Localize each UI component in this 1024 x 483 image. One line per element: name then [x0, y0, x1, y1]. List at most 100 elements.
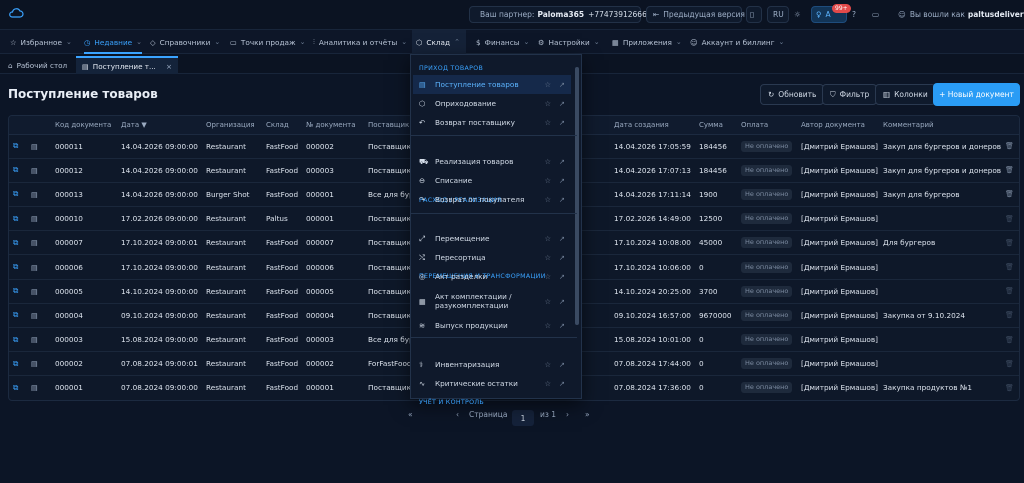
nav-recent[interactable]: ◷ Недавние ⌄ [84, 30, 143, 54]
dropdown-item[interactable]: ▤ Поступление товаров ☆ ↗ [413, 75, 571, 94]
dropdown-item[interactable]: ≋ Выпуск продукции ☆ ↗ [413, 316, 571, 335]
dropdown-item[interactable]: ↷ Возврат от покупателя ☆ ↗ [413, 190, 571, 209]
nav-favorites[interactable]: ☆ Избранное ⌄ [10, 30, 72, 54]
copy-icon[interactable]: ⧉ [9, 230, 27, 256]
close-icon[interactable]: × [166, 62, 172, 71]
external-link-icon[interactable]: ↗ [559, 80, 565, 89]
external-link-icon[interactable]: ↗ [559, 360, 565, 369]
trash-icon[interactable]: 🗑 [1001, 303, 1019, 329]
help-icon[interactable]: ? [850, 6, 864, 23]
book-icon[interactable]: ▭ [870, 6, 884, 23]
copy-icon[interactable]: ⧉ [9, 158, 27, 183]
star-icon[interactable]: ☆ [544, 99, 551, 108]
external-link-icon[interactable]: ↗ [559, 118, 565, 127]
external-link-icon[interactable]: ↗ [559, 157, 565, 166]
star-icon[interactable]: ☆ [544, 272, 551, 281]
column-header[interactable]: Организация [202, 116, 262, 135]
dropdown-item[interactable]: ⤭ Пересортица ☆ ↗ [413, 248, 571, 267]
copy-icon[interactable]: ⧉ [9, 375, 27, 400]
external-link-icon[interactable]: ↗ [559, 297, 565, 306]
column-header[interactable]: Сумма [695, 116, 737, 135]
last-page-button[interactable]: » [585, 410, 590, 419]
copy-icon[interactable]: ⧉ [9, 182, 27, 208]
nav-points-of-sale[interactable]: ▭ Точки продаж ⌄ [230, 30, 305, 54]
next-page-button[interactable]: › [566, 410, 569, 419]
dropdown-item[interactable]: ⊖ Списание ☆ ↗ [413, 171, 571, 190]
trash-icon[interactable]: 🗑 [1001, 182, 1019, 208]
trash-icon[interactable]: 🗑 [1001, 158, 1019, 183]
panel-toggle-icon[interactable]: ▯ [746, 6, 762, 23]
document-icon[interactable]: ▤ [27, 375, 51, 400]
external-link-icon[interactable]: ↗ [559, 272, 565, 281]
external-link-icon[interactable]: ↗ [559, 195, 565, 204]
copy-icon[interactable]: ⧉ [9, 327, 27, 353]
columns-button[interactable]: ▥ Колонки [875, 84, 936, 105]
trash-icon[interactable]: 🗑 [1001, 206, 1019, 232]
external-link-icon[interactable]: ↗ [559, 176, 565, 185]
dropdown-item[interactable]: ▦ Акт комплектации / разукомплектации ☆ ↗ [413, 286, 571, 316]
document-icon[interactable]: ▤ [27, 134, 51, 159]
star-icon[interactable]: ☆ [544, 360, 551, 369]
copy-icon[interactable]: ⧉ [9, 254, 27, 280]
tab-current[interactable]: ▤ Поступление т... × [76, 56, 178, 74]
star-icon[interactable]: ☆ [544, 80, 551, 89]
star-icon[interactable]: ☆ [544, 379, 551, 388]
document-icon[interactable]: ▤ [27, 158, 51, 183]
column-header[interactable]: Оплата [737, 116, 797, 135]
nav-directories[interactable]: ◇ Справочники ⌄ [150, 30, 220, 54]
nav-apps[interactable]: ▦ Приложения ⌄ [612, 30, 682, 54]
cloud-logo-icon[interactable] [8, 6, 24, 22]
filter-button[interactable]: ⛉ Фильтр [822, 84, 878, 105]
page-input[interactable]: 1 [512, 410, 534, 426]
prev-page-button[interactable]: ‹ [456, 410, 459, 419]
star-icon[interactable]: ☆ [544, 195, 551, 204]
column-header[interactable]: Комментарий [879, 116, 1001, 135]
dropdown-item[interactable]: ↶ Возврат поставщику ☆ ↗ [413, 113, 571, 132]
dropdown-item[interactable]: ⬡ Оприходование ☆ ↗ [413, 94, 571, 113]
star-icon[interactable]: ☆ [544, 118, 551, 127]
dropdown-item[interactable]: ◎ Акт разделки ☆ ↗ [413, 267, 571, 286]
external-link-icon[interactable]: ↗ [559, 234, 565, 243]
nav-settings[interactable]: ⚙ Настройки ⌄ [538, 30, 600, 54]
trash-icon[interactable]: 🗑 [1001, 230, 1019, 256]
document-icon[interactable]: ▤ [27, 351, 51, 377]
star-icon[interactable]: ☆ [544, 234, 551, 243]
star-icon[interactable]: ☆ [544, 253, 551, 262]
theme-sun-icon[interactable]: ☼ [791, 6, 807, 23]
copy-icon[interactable]: ⧉ [9, 134, 27, 159]
trash-icon[interactable]: 🗑 [1001, 351, 1019, 377]
star-icon[interactable]: ☆ [544, 176, 551, 185]
star-icon[interactable]: ☆ [544, 321, 551, 330]
column-header[interactable]: Склад [262, 116, 302, 135]
copy-icon[interactable]: ⧉ [9, 206, 27, 232]
column-header[interactable]: № документа [302, 116, 364, 135]
dropdown-scrollbar[interactable] [575, 67, 579, 325]
prev-version-button[interactable]: ⇤ Предыдущая версия [646, 6, 745, 23]
nav-finance[interactable]: $ Финансы ⌄ [476, 30, 529, 54]
column-header[interactable]: Автор документа [797, 116, 879, 135]
copy-icon[interactable]: ⧉ [9, 303, 27, 329]
external-link-icon[interactable]: ↗ [559, 379, 565, 388]
user-menu[interactable]: ☺ Вы вошли как paltusdelivery [892, 6, 1024, 23]
copy-icon[interactable]: ⧉ [9, 279, 27, 304]
nav-analytics[interactable]: ⫶ Аналитика и отчёты ⌄ [313, 30, 407, 54]
document-icon[interactable]: ▤ [27, 279, 51, 304]
copy-icon[interactable]: ⧉ [9, 351, 27, 377]
external-link-icon[interactable]: ↗ [559, 321, 565, 330]
column-header[interactable]: Дата создания [610, 116, 695, 135]
refresh-button[interactable]: ↻ Обновить [760, 84, 825, 105]
new-document-button[interactable]: + Новый документ [933, 83, 1020, 106]
first-page-button[interactable]: « [408, 410, 413, 419]
column-header[interactable]: Код документа [51, 116, 117, 135]
document-icon[interactable]: ▤ [27, 182, 51, 208]
trash-icon[interactable]: 🗑 [1001, 375, 1019, 400]
trash-icon[interactable]: 🗑 [1001, 327, 1019, 353]
tab-desktop[interactable]: ⌂ Рабочий стол [8, 56, 67, 74]
star-icon[interactable]: ☆ [544, 297, 551, 306]
lang-button[interactable]: RU [767, 6, 789, 23]
trash-icon[interactable]: 🗑 [1001, 279, 1019, 304]
dropdown-item[interactable]: ⚕ Инвентаризация ☆ ↗ [413, 355, 571, 374]
nav-account-billing[interactable]: ☺ Аккаунт и биллинг ⌄ [690, 30, 784, 54]
column-header[interactable]: Дата ▼ [117, 116, 202, 135]
trash-icon[interactable]: 🗑 [1001, 134, 1019, 159]
